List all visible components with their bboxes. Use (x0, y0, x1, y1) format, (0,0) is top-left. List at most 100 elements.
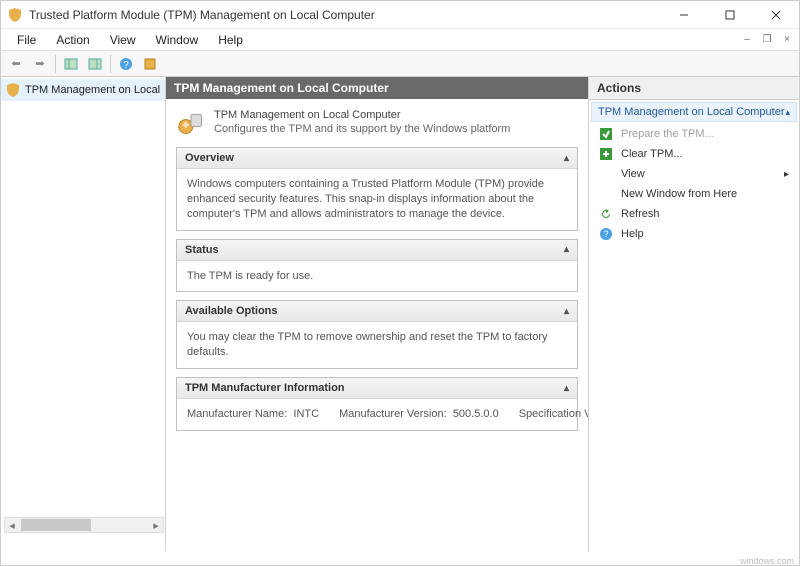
mdi-controls: – ❐ × (737, 32, 799, 48)
mdi-close-button[interactable]: × (777, 32, 797, 48)
available-head[interactable]: Available Options ▴ (177, 301, 577, 322)
panel-icon (64, 57, 78, 71)
workspace: TPM Management on Local Co ◂ ▸ TPM Manag… (1, 77, 799, 551)
tpm-large-icon (176, 109, 206, 137)
mdi-minimize-button[interactable]: – (737, 32, 757, 48)
menu-view[interactable]: View (100, 31, 146, 49)
tpm-tree-icon (5, 82, 21, 98)
close-button[interactable] (753, 1, 799, 29)
help-icon: ? (599, 227, 613, 241)
action-refresh[interactable]: Refresh (591, 204, 797, 224)
actions-header: Actions (589, 77, 799, 100)
actions-section-header[interactable]: TPM Management on Local Computer ▴ (591, 102, 797, 122)
toolbar-panel1-button[interactable] (60, 53, 82, 75)
spacer-icon (599, 187, 613, 201)
actions-pane: Actions TPM Management on Local Computer… (589, 77, 799, 551)
collapse-icon: ▴ (564, 383, 569, 394)
watermark: windows.com (740, 556, 794, 566)
refresh-icon (599, 207, 613, 221)
content-pane: TPM Management on Local Computer TPM Man… (166, 77, 589, 551)
intro-title: TPM Management on Local Computer (214, 109, 510, 121)
square-icon (143, 57, 157, 71)
forward-button[interactable]: ➡ (29, 53, 51, 75)
mfr-version: Manufacturer Version: 500.5.0.0 (339, 407, 499, 422)
intro-row: TPM Management on Local Computer Configu… (176, 109, 578, 137)
minimize-button[interactable] (661, 1, 707, 29)
overview-title: Overview (185, 152, 234, 164)
action-label: Prepare the TPM... (621, 128, 714, 140)
action-help[interactable]: ? Help (591, 224, 797, 244)
title-bar: Trusted Platform Module (TPM) Management… (1, 1, 799, 29)
action-view[interactable]: View ▸ (591, 164, 797, 184)
mfr-spec: Specification Version: 2.0 (519, 407, 588, 422)
mfr-section: TPM Manufacturer Information ▴ Manufactu… (176, 377, 578, 431)
scroll-right-icon: ▸ (149, 519, 163, 532)
menu-action[interactable]: Action (46, 31, 99, 49)
action-label: Help (621, 228, 644, 240)
spacer-icon (599, 167, 613, 181)
intro-text: TPM Management on Local Computer Configu… (214, 109, 510, 135)
mdi-restore-button[interactable]: ❐ (757, 32, 777, 48)
tree-root-item[interactable]: TPM Management on Local Co (1, 79, 165, 101)
overview-body: Windows computers containing a Trusted P… (177, 169, 577, 230)
toolbar-panel2-button[interactable] (84, 53, 106, 75)
menu-help[interactable]: Help (208, 31, 253, 49)
mfr-name: Manufacturer Name: INTC (187, 407, 319, 422)
maximize-button[interactable] (707, 1, 753, 29)
mfr-title: TPM Manufacturer Information (185, 382, 345, 394)
tpm-app-icon (7, 7, 23, 23)
collapse-icon: ▴ (564, 244, 569, 255)
collapse-icon: ▴ (564, 153, 569, 164)
collapse-icon: ▴ (564, 306, 569, 317)
toolbar-separator (110, 55, 111, 73)
available-section: Available Options ▴ You may clear the TP… (176, 300, 578, 369)
toolbar: ⬅ ➡ ? (1, 51, 799, 77)
menu-bar: File Action View Window Help – ❐ × (1, 29, 799, 51)
overview-head[interactable]: Overview ▴ (177, 148, 577, 169)
action-prepare-tpm: Prepare the TPM... (591, 124, 797, 144)
scroll-thumb[interactable] (21, 519, 91, 531)
back-button[interactable]: ⬅ (5, 53, 27, 75)
action-label: Refresh (621, 208, 660, 220)
status-title: Status (185, 244, 219, 256)
arrow-square-icon (599, 127, 613, 141)
action-list: Prepare the TPM... Clear TPM... View ▸ N… (589, 122, 799, 246)
toolbar-separator (55, 55, 56, 73)
available-title: Available Options (185, 305, 278, 317)
content-header: TPM Management on Local Computer (166, 77, 588, 99)
svg-text:?: ? (123, 60, 129, 71)
status-section: Status ▴ The TPM is ready for use. (176, 239, 578, 293)
tree-pane: TPM Management on Local Co ◂ ▸ (1, 77, 166, 551)
panel-icon (88, 57, 102, 71)
status-head[interactable]: Status ▴ (177, 240, 577, 261)
mfr-body: Manufacturer Name: INTC Manufacturer Ver… (177, 399, 577, 430)
arrow-left-icon: ⬅ (11, 57, 20, 70)
toolbar-action-button[interactable] (139, 53, 161, 75)
status-body: The TPM is ready for use. (177, 261, 577, 292)
mfr-head[interactable]: TPM Manufacturer Information ▴ (177, 378, 577, 399)
tree-scrollbar[interactable]: ◂ ▸ (4, 517, 164, 533)
window-controls (661, 1, 799, 29)
actions-section-label: TPM Management on Local Computer (598, 106, 784, 118)
arrow-square-icon (599, 147, 613, 161)
arrow-right-icon: ➡ (35, 57, 44, 70)
tree-root-label: TPM Management on Local Co (25, 84, 161, 96)
action-new-window[interactable]: New Window from Here (591, 184, 797, 204)
submenu-arrow-icon: ▸ (784, 169, 789, 180)
window-title: Trusted Platform Module (TPM) Management… (29, 8, 661, 22)
scroll-left-icon: ◂ (5, 519, 19, 532)
svg-text:?: ? (603, 229, 608, 239)
action-label: Clear TPM... (621, 148, 683, 160)
action-clear-tpm[interactable]: Clear TPM... (591, 144, 797, 164)
action-label: View (621, 168, 645, 180)
menu-file[interactable]: File (7, 31, 46, 49)
intro-desc: Configures the TPM and its support by th… (214, 123, 510, 135)
toolbar-help-button[interactable]: ? (115, 53, 137, 75)
help-icon: ? (119, 57, 133, 71)
overview-section: Overview ▴ Windows computers containing … (176, 147, 578, 231)
available-body: You may clear the TPM to remove ownershi… (177, 322, 577, 368)
collapse-icon: ▴ (785, 107, 790, 118)
action-label: New Window from Here (621, 188, 737, 200)
menu-window[interactable]: Window (146, 31, 209, 49)
content-body: TPM Management on Local Computer Configu… (166, 99, 588, 449)
